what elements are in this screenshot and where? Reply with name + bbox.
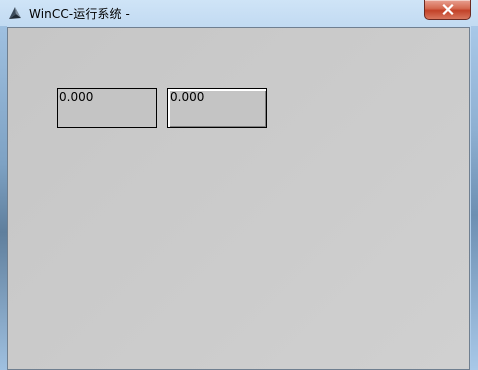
title-bar[interactable]: WinCC-运行系统 - <box>0 0 478 26</box>
window-left-border <box>0 26 7 370</box>
close-icon <box>441 0 454 19</box>
window-title: WinCC-运行系统 - <box>29 6 130 21</box>
io-field-2-value: 0.000 <box>170 90 205 104</box>
application-window: WinCC-运行系统 - 0.000 0.000 <box>0 0 478 370</box>
close-button[interactable] <box>424 0 471 20</box>
runtime-screen: 0.000 0.000 <box>7 27 470 370</box>
io-field-1-value: 0.000 <box>59 90 94 104</box>
window-right-border <box>471 26 478 370</box>
io-field-1[interactable]: 0.000 <box>57 88 157 128</box>
io-field-2[interactable]: 0.000 <box>167 88 267 128</box>
wincc-app-icon[interactable] <box>6 4 24 22</box>
